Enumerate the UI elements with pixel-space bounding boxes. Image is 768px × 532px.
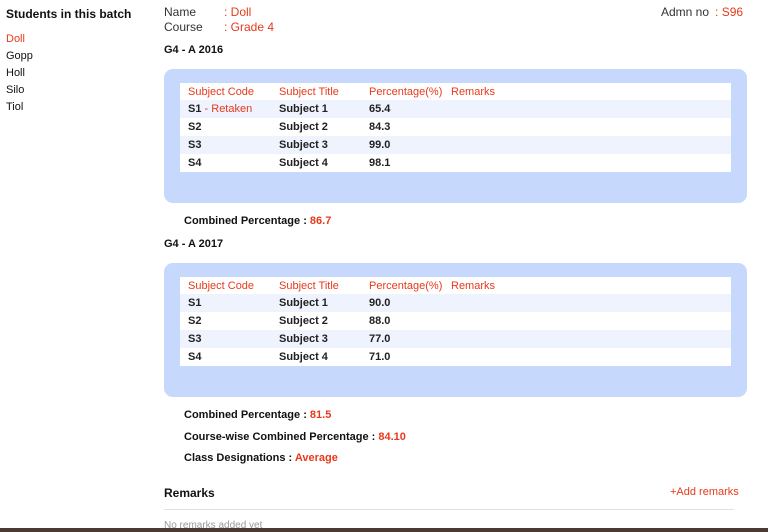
remarks-divider xyxy=(164,509,734,510)
cell-title: Subject 2 xyxy=(279,315,328,327)
cell-percentage: 99.0 xyxy=(361,136,443,154)
cell-code: S1 xyxy=(180,294,271,312)
cell-remarks xyxy=(443,136,731,154)
header-subject-code: Subject Code xyxy=(188,85,255,98)
name-row: Name : Doll xyxy=(164,5,274,20)
table-row: S4 Subject 4 71.0 xyxy=(180,348,731,366)
admission-number: Admn no : S96 xyxy=(661,5,743,19)
table-header-row: Subject Code Subject Title Percentage(%)… xyxy=(180,83,731,100)
table-row: S2 Subject 2 84.3 xyxy=(180,118,731,136)
cell-percentage: 98.1 xyxy=(369,157,391,169)
bottom-bar xyxy=(0,528,768,532)
name-label: Name xyxy=(164,5,197,19)
admn-value: : S96 xyxy=(715,5,744,19)
course-row: Course : Grade 4 xyxy=(164,20,274,35)
cell-remarks xyxy=(443,312,731,330)
cell-title: Subject 3 xyxy=(271,136,361,154)
table-row: S3 Subject 3 99.0 xyxy=(180,136,731,154)
cell-title: Subject 4 xyxy=(279,157,328,169)
table-header-row: Subject Code Subject Title Percentage(%)… xyxy=(180,277,731,294)
cell-percentage: 65.4 xyxy=(361,100,443,118)
cell-remarks xyxy=(443,294,731,312)
course-value: : Grade 4 xyxy=(224,20,275,34)
designation-value: Average xyxy=(294,452,338,464)
combined-label: Combined Percentage : xyxy=(184,215,310,227)
cell-title: Subject 2 xyxy=(279,121,328,133)
cell-percentage: 77.0 xyxy=(361,330,443,348)
cell-remarks xyxy=(443,348,731,366)
student-info: Name : Doll Course : Grade 4 xyxy=(164,5,274,35)
header-percentage: Percentage(%) xyxy=(369,85,443,98)
combined-percentage-2016: Combined Percentage : 86.7 xyxy=(184,215,331,227)
remarks-title: Remarks xyxy=(164,486,215,500)
header-remarks: Remarks xyxy=(451,279,496,292)
course-wise-label: Course-wise Combined Percentage : xyxy=(184,431,379,443)
student-item-gopp[interactable]: Gopp xyxy=(6,49,156,66)
cell-remarks xyxy=(443,330,731,348)
cell-code: S3 xyxy=(180,330,271,348)
student-item-silo[interactable]: Silo xyxy=(6,83,156,100)
combined-value: 81.5 xyxy=(309,409,332,421)
cell-remarks xyxy=(443,118,731,136)
student-list: Doll Gopp Holl Silo Tiol xyxy=(6,32,156,117)
name-value: : Doll xyxy=(224,5,252,19)
header-subject-title: Subject Title xyxy=(279,85,339,98)
combined-value: 86.7 xyxy=(309,215,332,227)
cell-code: S2 xyxy=(188,121,202,133)
sidebar-title: Students in this batch xyxy=(6,7,132,21)
table-row: S2 Subject 2 88.0 xyxy=(180,312,731,330)
cell-percentage: 88.0 xyxy=(369,315,391,327)
cell-code: S3 xyxy=(180,136,271,154)
class-designation: Class Designations : Average xyxy=(184,452,338,464)
combined-percentage-2017: Combined Percentage : 81.5 xyxy=(184,409,331,421)
cell-title: Subject 1 xyxy=(271,100,361,118)
table-row: S4 Subject 4 98.1 xyxy=(180,154,731,172)
course-wise-value: 84.10 xyxy=(378,431,406,443)
cell-title: Subject 1 xyxy=(271,294,361,312)
add-remarks-link[interactable]: +Add remarks xyxy=(670,486,739,498)
header-remarks: Remarks xyxy=(451,85,496,98)
cell-code: S4 xyxy=(188,157,202,169)
batch-title-2017: G4 - A 2017 xyxy=(164,238,224,250)
cell-title: Subject 3 xyxy=(271,330,361,348)
combined-label: Combined Percentage : xyxy=(184,409,310,421)
cell-percentage: 71.0 xyxy=(369,351,391,363)
marks-table-2017: Subject Code Subject Title Percentage(%)… xyxy=(180,277,731,366)
batch-panel-2017: Subject Code Subject Title Percentage(%)… xyxy=(164,263,747,397)
header-subject-title: Subject Title xyxy=(279,279,339,292)
course-wise-combined-percentage: Course-wise Combined Percentage : 84.10 xyxy=(184,431,406,443)
batch-title-2016: G4 - A 2016 xyxy=(164,44,224,56)
table-row: S3 Subject 3 77.0 xyxy=(180,330,731,348)
cell-percentage: 84.3 xyxy=(369,121,391,133)
subject-code: S1 xyxy=(188,103,202,115)
student-item-holl[interactable]: Holl xyxy=(6,66,156,83)
cell-percentage: 90.0 xyxy=(361,294,443,312)
student-item-tiol[interactable]: Tiol xyxy=(6,100,156,117)
student-item-doll[interactable]: Doll xyxy=(6,32,156,49)
marks-table-2016: Subject Code Subject Title Percentage(%)… xyxy=(180,83,731,172)
cell-code: S1 - Retaken xyxy=(180,100,271,118)
course-label: Course xyxy=(164,20,203,34)
table-row: S1 Subject 1 90.0 xyxy=(180,294,731,312)
cell-remarks xyxy=(443,154,731,172)
cell-code: S4 xyxy=(188,351,202,363)
table-row: S1 - Retaken Subject 1 65.4 xyxy=(180,100,731,118)
cell-code: S2 xyxy=(188,315,202,327)
header-percentage: Percentage(%) xyxy=(369,279,443,292)
cell-remarks xyxy=(443,100,731,118)
designation-label: Class Designations : xyxy=(184,452,295,464)
retaken-label: - Retaken xyxy=(201,103,253,115)
admn-label: Admn no xyxy=(661,5,710,19)
header-subject-code: Subject Code xyxy=(188,279,255,292)
cell-title: Subject 4 xyxy=(279,351,328,363)
student-sidebar: Students in this batch Doll Gopp Holl Si… xyxy=(6,7,156,117)
batch-panel-2016: Subject Code Subject Title Percentage(%)… xyxy=(164,69,747,203)
